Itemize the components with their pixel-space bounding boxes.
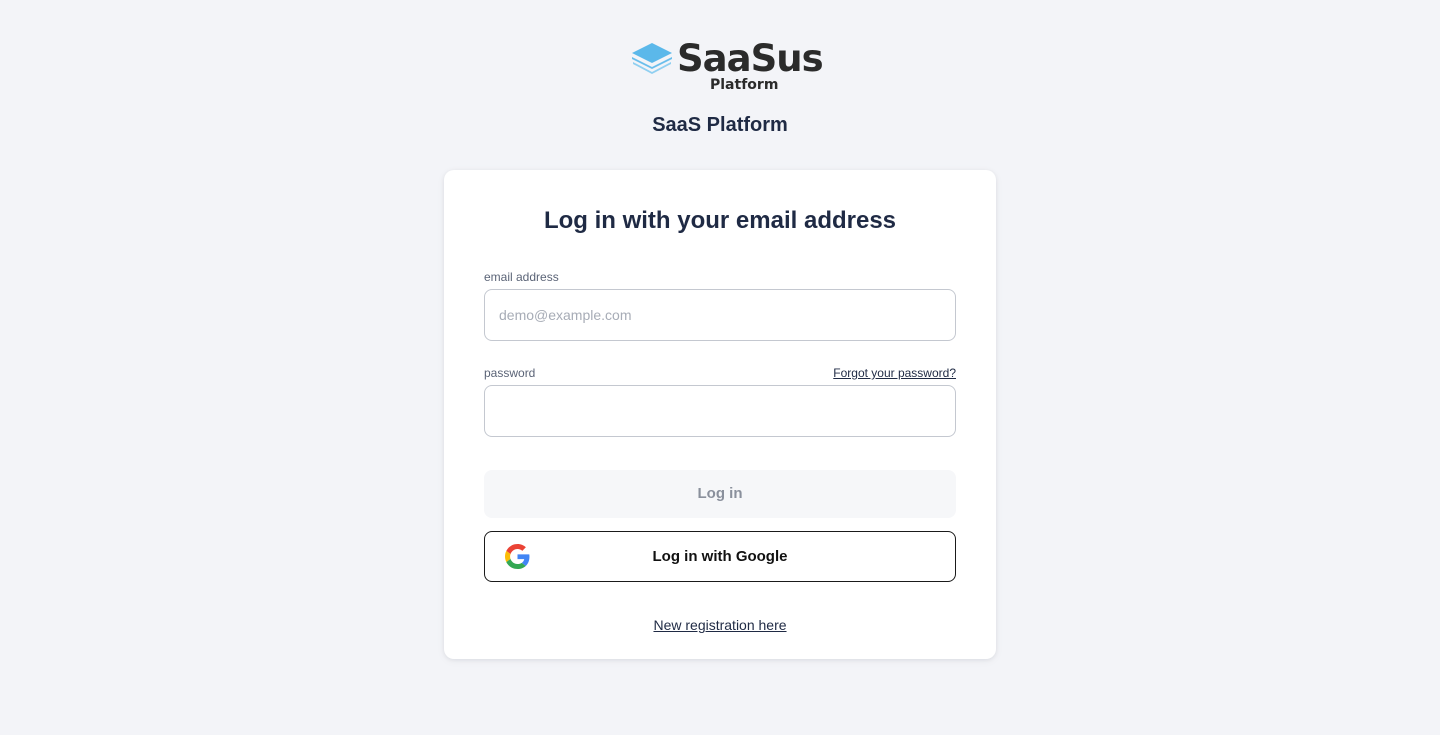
new-registration-link[interactable]: New registration here xyxy=(653,617,786,633)
email-label: email address xyxy=(484,270,559,284)
password-input[interactable] xyxy=(484,385,956,437)
google-login-label: Log in with Google xyxy=(652,548,788,565)
google-login-button[interactable]: Log in with Google xyxy=(484,531,956,582)
login-card-title: Log in with your email address xyxy=(543,207,897,234)
register-link-row: New registration here xyxy=(444,616,996,634)
login-card: Log in with your email address email add… xyxy=(444,170,996,659)
logo-wordmark: SaaSus xyxy=(677,37,824,80)
logo-subtitle: Platform xyxy=(710,77,779,93)
stacked-layers-icon xyxy=(632,43,672,74)
email-input[interactable] xyxy=(484,289,956,341)
app-title: SaaS Platform xyxy=(652,114,788,136)
password-label: password xyxy=(484,366,536,380)
saasus-logo: SaaSus Platform xyxy=(630,37,824,96)
login-page: SaaSus Platform SaaS Platform Log in wit… xyxy=(0,0,1440,735)
login-button[interactable]: Log in xyxy=(484,470,956,518)
forgot-password-link[interactable]: Forgot your password? xyxy=(833,366,956,380)
